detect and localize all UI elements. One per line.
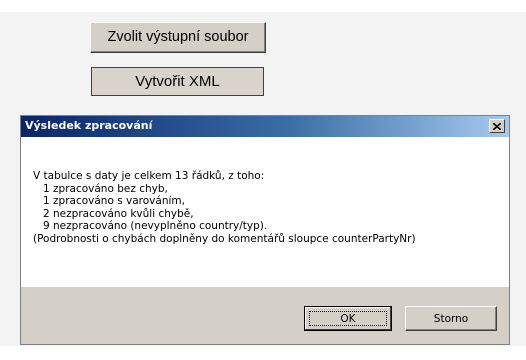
close-icon	[493, 122, 501, 130]
ok-button-label: OK	[340, 313, 356, 325]
message-line: 9 nezpracováno (nevyplněno country/typ).	[33, 220, 268, 233]
dialog-title: Výsledek zpracování	[25, 119, 153, 132]
message-line: 2 nezpracováno kvůli chybě,	[33, 207, 194, 220]
message-line: (Podrobnosti o chybách doplněny do komen…	[33, 232, 416, 245]
dialog-titlebar[interactable]: Výsledek zpracování	[21, 116, 509, 137]
message-line: 1 zpracováno bez chyb,	[33, 182, 168, 195]
dialog-message: V tabulce s daty je celkem 13 řádků, z t…	[33, 170, 416, 246]
create-xml-button[interactable]: Vytvořit XML	[91, 67, 264, 96]
message-line: V tabulce s daty je celkem 13 řádků, z t…	[33, 170, 265, 182]
result-dialog: Výsledek zpracování V tabulce s daty je …	[20, 115, 510, 345]
background-top	[0, 0, 526, 12]
close-button[interactable]	[489, 119, 505, 133]
ok-button[interactable]: OK	[304, 306, 392, 331]
cancel-button[interactable]: Storno	[405, 306, 497, 331]
choose-output-file-button[interactable]: Zvolit výstupní soubor	[90, 22, 266, 53]
background-bottom	[0, 346, 526, 360]
message-line: 1 zpracováno s varováním,	[33, 195, 185, 208]
dialog-content: V tabulce s daty je celkem 13 řádků, z t…	[21, 137, 509, 287]
